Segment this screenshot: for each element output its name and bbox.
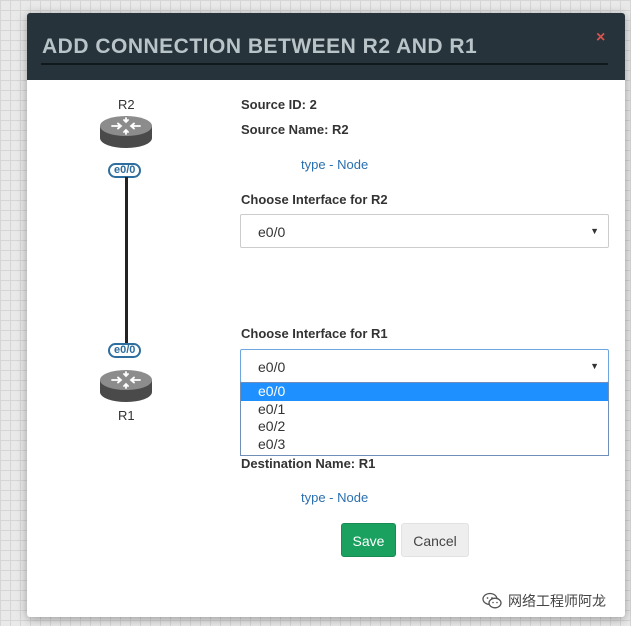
watermark: 网络工程师阿龙 xyxy=(482,591,606,611)
dest-interface-select[interactable]: e0/0 ▼ xyxy=(240,349,609,383)
chevron-down-icon: ▼ xyxy=(590,361,599,371)
source-interface-label: Choose Interface for R2 xyxy=(241,192,388,207)
dest-interface-value: e0/0 xyxy=(258,359,286,375)
close-icon[interactable]: × xyxy=(596,30,605,46)
source-interface-badge: e0/0 xyxy=(108,163,142,178)
add-connection-modal: ADD CONNECTION BETWEEN R2 AND R1 × R2 e0… xyxy=(27,13,625,617)
destination-name-text: Destination Name: R1 xyxy=(241,456,376,471)
cancel-button[interactable]: Cancel xyxy=(401,523,469,557)
modal-title: ADD CONNECTION BETWEEN R2 AND R1 xyxy=(42,35,478,58)
router-icon xyxy=(100,116,152,148)
dropdown-option[interactable]: e0/0 xyxy=(241,383,608,401)
source-interface-select[interactable]: e0/0 ▼ xyxy=(240,214,609,248)
wechat-icon xyxy=(482,592,502,609)
chevron-down-icon: ▼ xyxy=(590,226,599,236)
connection-link xyxy=(125,177,128,357)
dest-node-label: R1 xyxy=(118,408,135,423)
router-icon xyxy=(100,370,152,402)
dest-type-link[interactable]: type - Node xyxy=(301,490,368,505)
source-interface-value: e0/0 xyxy=(258,224,286,240)
source-name-text: Source Name: R2 xyxy=(241,122,349,137)
source-type-link[interactable]: type - Node xyxy=(301,157,368,172)
modal-header: ADD CONNECTION BETWEEN R2 AND R1 × xyxy=(27,13,625,80)
dropdown-option[interactable]: e0/3 xyxy=(241,436,608,454)
dest-interface-badge: e0/0 xyxy=(108,343,142,358)
save-button[interactable]: Save xyxy=(341,523,396,557)
dropdown-option[interactable]: e0/2 xyxy=(241,418,608,436)
title-divider xyxy=(41,63,608,65)
source-id-text: Source ID: 2 xyxy=(241,97,317,112)
source-node-label: R2 xyxy=(118,97,135,112)
watermark-text: 网络工程师阿龙 xyxy=(508,593,606,609)
dropdown-option[interactable]: e0/1 xyxy=(241,401,608,419)
dest-interface-label: Choose Interface for R1 xyxy=(241,326,388,341)
dest-interface-dropdown: e0/0 e0/1 e0/2 e0/3 xyxy=(240,382,609,456)
